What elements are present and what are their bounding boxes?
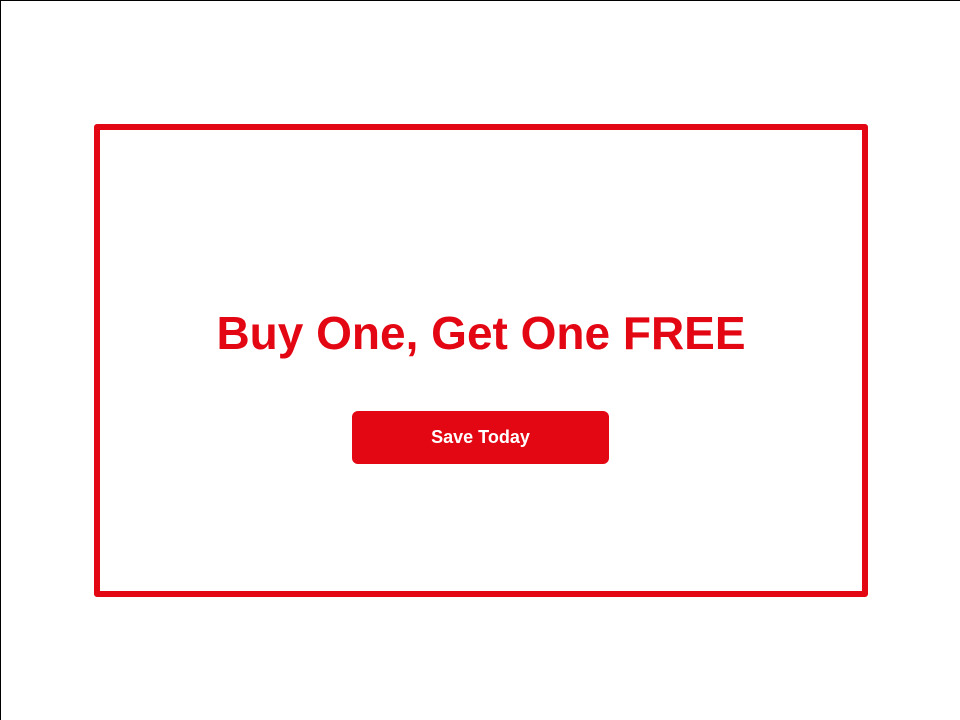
save-today-button[interactable]: Save Today <box>352 411 609 464</box>
page: Buy One, Get One FREE Save Today <box>0 0 960 720</box>
promo-headline: Buy One, Get One FREE <box>216 307 746 359</box>
